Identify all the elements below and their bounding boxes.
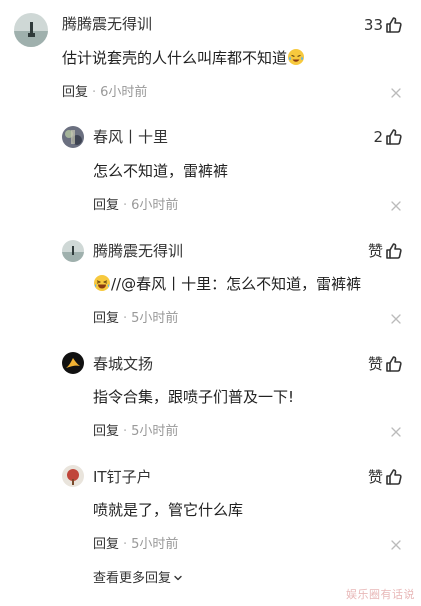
reply-button[interactable]: 回复 xyxy=(93,311,119,326)
like-button[interactable]: 赞 xyxy=(368,466,403,488)
reply-item: IT钉子户 赞 喷就是了，管它什么库 回复 · 5小时前 xyxy=(0,452,421,562)
timestamp: 6小时前 xyxy=(100,85,148,100)
like-count: 2 xyxy=(373,128,383,146)
avatar[interactable] xyxy=(62,126,84,148)
reply-text: 喷就是了，管它什么库 xyxy=(93,501,244,519)
smiling-face-with-tear-icon xyxy=(287,48,305,66)
avatar[interactable] xyxy=(62,352,84,374)
reply-button[interactable]: 回复 xyxy=(93,537,119,552)
thumbs-up-icon xyxy=(385,242,403,260)
laughing-face-icon xyxy=(93,274,111,292)
timestamp: 5小时前 xyxy=(131,424,179,439)
username[interactable]: 腾腾震无得训 xyxy=(93,241,183,261)
timestamp: 6小时前 xyxy=(131,198,179,213)
timestamp: 5小时前 xyxy=(131,537,179,552)
reply-meta: 回复 · 5小时前 xyxy=(93,537,179,552)
close-icon[interactable] xyxy=(390,87,402,99)
reply-text: //@春风丨十里：怎么不知道，雷裤裤 xyxy=(93,273,361,295)
avatar[interactable] xyxy=(62,465,84,487)
username[interactable]: 腾腾震无得训 xyxy=(62,14,152,34)
avatar[interactable] xyxy=(62,240,84,262)
thumbs-up-icon xyxy=(385,355,403,373)
close-icon[interactable] xyxy=(390,200,402,212)
username[interactable]: IT钉子户 xyxy=(93,467,152,487)
like-button[interactable]: 赞 xyxy=(368,240,403,262)
reply-item: 春风丨十里 2 怎么不知道，雷裤裤 回复 · 6小时前 xyxy=(0,113,421,223)
view-more-replies-button[interactable]: 查看更多回复 xyxy=(93,570,183,588)
thumbs-up-icon xyxy=(385,128,403,146)
reply-button[interactable]: 回复 xyxy=(93,424,119,439)
reply-item: 春城文扬 赞 指令合集，跟喷子们普及一下! 回复 · 5小时前 xyxy=(0,339,421,449)
username[interactable]: 春城文扬 xyxy=(93,354,153,374)
close-icon[interactable] xyxy=(390,313,402,325)
comment-meta: 回复 · 6小时前 xyxy=(62,85,148,100)
like-count: 33 xyxy=(363,16,383,34)
like-button[interactable]: 33 xyxy=(364,14,403,36)
chevron-down-icon xyxy=(171,571,183,586)
thumbs-up-icon xyxy=(385,16,403,34)
close-icon[interactable] xyxy=(390,426,402,438)
like-button[interactable]: 赞 xyxy=(368,353,403,375)
thumbs-up-icon xyxy=(385,468,403,486)
reply-meta: 回复 · 5小时前 xyxy=(93,311,179,326)
like-count: 赞 xyxy=(367,355,383,373)
reply-button[interactable]: 回复 xyxy=(62,85,88,100)
reply-meta: 回复 · 6小时前 xyxy=(93,198,179,213)
comment-item: 腾腾震无得训 33 估计说套壳的人什么叫库都不知道 回复 · 6小时前 xyxy=(0,0,421,110)
reply-button[interactable]: 回复 xyxy=(93,198,119,213)
reply-text: 怎么不知道，雷裤裤 xyxy=(93,162,229,180)
avatar[interactable] xyxy=(14,13,48,47)
reply-text: 指令合集，跟喷子们普及一下! xyxy=(93,388,295,406)
username[interactable]: 春风丨十里 xyxy=(93,127,168,147)
reply-item: 腾腾震无得训 赞 //@春风丨十里：怎么不知道，雷裤裤 回复 · 5小时前 xyxy=(0,226,421,336)
timestamp: 5小时前 xyxy=(131,311,179,326)
like-count: 赞 xyxy=(367,468,383,486)
watermark: 娱乐圈有话说 xyxy=(346,588,415,601)
like-button[interactable]: 2 xyxy=(373,126,403,148)
comment-text: 估计说套壳的人什么叫库都不知道 xyxy=(62,47,305,69)
reply-meta: 回复 · 5小时前 xyxy=(93,424,179,439)
like-count: 赞 xyxy=(367,242,383,260)
close-icon[interactable] xyxy=(390,539,402,551)
